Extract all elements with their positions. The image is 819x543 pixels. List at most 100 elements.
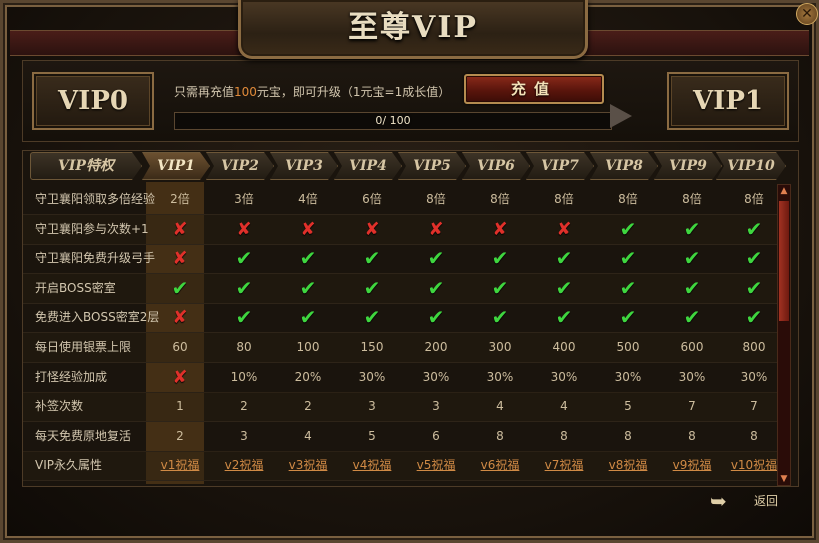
attribute-link[interactable]: v9祝福 bbox=[664, 451, 720, 480]
message-suffix: 元宝，即可升级（1元宝=1成长值） bbox=[256, 85, 451, 99]
scrollbar[interactable]: ▲ ▼ bbox=[777, 184, 791, 486]
cross-icon: ✘ bbox=[172, 218, 188, 240]
table-cell: 500 bbox=[616, 340, 640, 354]
check-icon: ✔ bbox=[619, 216, 637, 241]
message-amount: 100 bbox=[234, 85, 257, 99]
attribute-link[interactable]: v3祝福 bbox=[280, 451, 336, 480]
tab-vip4[interactable]: VIP4 bbox=[334, 152, 402, 180]
window-title: 至尊VIP bbox=[348, 10, 478, 45]
scroll-thumb[interactable] bbox=[779, 201, 789, 321]
table-cell: 2 bbox=[176, 428, 184, 443]
attribute-link[interactable]: v4祝福 bbox=[344, 451, 400, 480]
close-icon: ✕ bbox=[801, 6, 813, 22]
check-icon: ✔ bbox=[683, 246, 701, 271]
row-label: 每天免费原地复活 bbox=[35, 428, 132, 443]
tab-vip8[interactable]: VIP8 bbox=[590, 152, 658, 180]
scroll-down-icon[interactable]: ▼ bbox=[778, 473, 790, 485]
message-prefix: 只需再充值 bbox=[174, 85, 235, 99]
back-button[interactable]: ➥ 返回 bbox=[710, 490, 790, 512]
table-cell: 400 bbox=[552, 340, 576, 354]
recharge-button[interactable]: 充值 bbox=[464, 74, 604, 104]
table-cell: 4 bbox=[304, 428, 312, 443]
table-cell: 8倍 bbox=[618, 192, 638, 206]
check-icon: ✔ bbox=[745, 305, 763, 330]
check-icon: ✔ bbox=[363, 246, 381, 271]
row-label: 守卫襄阳领取多倍经验 bbox=[35, 192, 156, 206]
tab-vip2[interactable]: VIP2 bbox=[206, 152, 274, 180]
tab-vip10[interactable]: VIP10 bbox=[716, 152, 786, 180]
check-icon: ✔ bbox=[745, 246, 763, 271]
check-icon: ✔ bbox=[299, 305, 317, 330]
table-row: 守卫襄阳参与次数+1 ✘ ✘ ✘ ✘ ✘ ✘ ✘ ✔ ✔ ✔ bbox=[23, 214, 777, 245]
table-cell: 30% bbox=[678, 369, 706, 384]
row-label: 守卫襄阳参与次数+1 bbox=[35, 221, 149, 236]
tab-vip9[interactable]: VIP9 bbox=[654, 152, 722, 180]
back-arrow-icon: ➥ bbox=[710, 489, 727, 513]
attribute-link[interactable]: v7祝福 bbox=[536, 451, 592, 480]
attribute-link[interactable]: v10祝福 bbox=[726, 451, 782, 480]
table-row: VIP永久属性 v1祝福 v2祝福 v3祝福 v4祝福 v5祝福 v6祝福 v7祝福 v8祝福 v… bbox=[23, 451, 777, 482]
row-label: 每日使用银票上限 bbox=[35, 340, 132, 354]
cross-icon: ✘ bbox=[428, 218, 444, 240]
attribute-link[interactable]: v1祝福 bbox=[152, 451, 208, 480]
check-icon: ✔ bbox=[235, 275, 253, 300]
attribute-link[interactable]: v2祝福 bbox=[216, 451, 272, 480]
table-row: 打怪经验加成 ✘ 10% 20% 30% 30% 30% 30% 30% 30% 30% bbox=[23, 363, 777, 393]
attribute-link[interactable]: v5祝福 bbox=[408, 451, 464, 480]
table-cell: 6 bbox=[432, 428, 440, 443]
table-cell: 7 bbox=[750, 399, 758, 414]
table-cell: 4 bbox=[560, 399, 568, 414]
current-vip-plate: VIP0 bbox=[32, 72, 154, 130]
table-cell: 5 bbox=[368, 428, 376, 443]
attribute-link[interactable]: v6祝福 bbox=[472, 451, 528, 480]
table-cell: 20% bbox=[294, 369, 322, 384]
table-cell: 8 bbox=[750, 428, 758, 443]
tab-vip6[interactable]: VIP6 bbox=[462, 152, 530, 180]
check-icon: ✔ bbox=[683, 216, 701, 241]
progress-text: 0/ 100 bbox=[375, 114, 411, 127]
check-icon: ✔ bbox=[619, 305, 637, 330]
next-vip-plate: VIP1 bbox=[667, 72, 789, 130]
cross-icon: ✘ bbox=[300, 218, 316, 240]
check-icon: ✔ bbox=[171, 275, 189, 300]
check-icon: ✔ bbox=[683, 305, 701, 330]
table-cell: 60 bbox=[172, 340, 188, 354]
check-icon: ✔ bbox=[299, 246, 317, 271]
check-icon: ✔ bbox=[235, 246, 253, 271]
table-cell: 2倍 bbox=[170, 192, 190, 206]
check-icon: ✔ bbox=[619, 246, 637, 271]
check-icon: ✔ bbox=[619, 275, 637, 300]
cross-icon: ✘ bbox=[492, 218, 508, 240]
table-cell: 10% bbox=[230, 369, 258, 384]
table-cell: 80 bbox=[236, 340, 252, 354]
table-cell: 150 bbox=[360, 340, 384, 354]
table-row: 守卫襄阳免费升级弓手 ✘ ✔ ✔ ✔ ✔ ✔ ✔ ✔ ✔ ✔ bbox=[23, 244, 777, 275]
cross-icon: ✘ bbox=[236, 218, 252, 240]
tab-vip7[interactable]: VIP7 bbox=[526, 152, 594, 180]
table-cell: 8倍 bbox=[490, 192, 510, 206]
check-icon: ✔ bbox=[363, 305, 381, 330]
check-icon: ✔ bbox=[745, 216, 763, 241]
tab-vip3[interactable]: VIP3 bbox=[270, 152, 338, 180]
table-cell: 4 bbox=[496, 399, 504, 414]
table-cell: 3 bbox=[240, 428, 248, 443]
table-cell: 5 bbox=[624, 399, 632, 414]
table-row: 免费进入BOSS密室2层 ✘ ✔ ✔ ✔ ✔ ✔ ✔ ✔ ✔ ✔ bbox=[23, 303, 777, 334]
tab-vip1[interactable]: VIP1 bbox=[142, 152, 210, 180]
table-cell: 600 bbox=[680, 340, 704, 354]
attribute-link[interactable]: v8祝福 bbox=[600, 451, 656, 480]
row-label: 开启BOSS密室 bbox=[35, 280, 116, 295]
cross-icon: ✘ bbox=[172, 248, 188, 270]
progress-arrow-icon bbox=[610, 104, 632, 128]
scroll-up-icon[interactable]: ▲ bbox=[778, 185, 790, 197]
cross-icon: ✘ bbox=[556, 218, 572, 240]
tab-vip5[interactable]: VIP5 bbox=[398, 152, 466, 180]
check-icon: ✔ bbox=[745, 275, 763, 300]
table-cell: 8倍 bbox=[744, 192, 764, 206]
close-button[interactable]: ✕ bbox=[796, 3, 818, 25]
table-cell: 1 bbox=[176, 399, 184, 414]
table-cell: 8 bbox=[624, 428, 632, 443]
row-label: 守卫襄阳免费升级弓手 bbox=[35, 251, 156, 266]
check-icon: ✔ bbox=[363, 275, 381, 300]
table-cell: 8倍 bbox=[426, 192, 446, 206]
